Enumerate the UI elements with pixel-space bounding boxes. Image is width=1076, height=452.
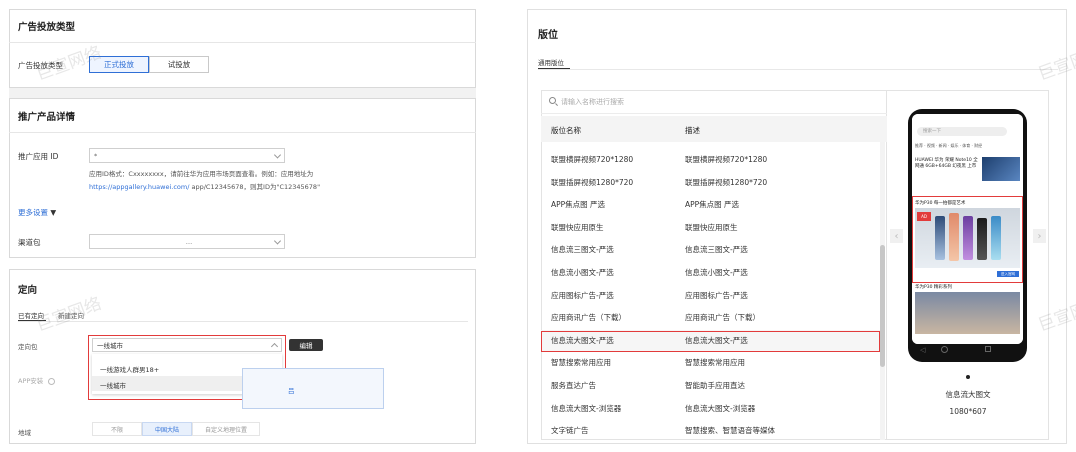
cell-placement-desc: 信息流小图文-严选 xyxy=(685,268,748,277)
channel-select[interactable]: … xyxy=(89,234,285,249)
placement-section-title: 版位 xyxy=(538,30,558,41)
cell-placement-name: APP焦点图 严选 xyxy=(551,200,606,210)
preview-caption: 信息流大图文 xyxy=(945,390,991,399)
preview-size: 1080*607 xyxy=(949,407,987,416)
cell-placement-name: 联盟横屏视频720*1280 xyxy=(551,155,634,164)
region-label: 地域 xyxy=(18,429,31,437)
ad-highlight-box xyxy=(912,196,1023,283)
cell-placement-desc: 智慧搜索常用应用 xyxy=(685,358,745,368)
phone-news-title: HUAWEI 华为 荣耀 Note10 全网通 6GB+64GB 幻夜黑 上市 xyxy=(915,158,978,169)
cell-placement-name: 信息流三图文-严选 xyxy=(551,245,614,255)
targeting-pack-label: 定向包 xyxy=(18,343,38,351)
table-row[interactable]: 信息流小图文-严选 信息流小图文-严选 xyxy=(541,262,880,284)
app-id-input[interactable]: * xyxy=(89,148,285,163)
more-settings-toggle[interactable]: 更多设置 ▼ xyxy=(18,207,56,218)
app-install-box-text: 吕 xyxy=(288,387,295,395)
prev-arrow-button[interactable]: ‹ xyxy=(890,229,903,243)
trial-delivery-button[interactable]: 试投放 xyxy=(149,56,209,73)
news-thumbnail xyxy=(982,157,1020,181)
column-header-name: 版位名称 xyxy=(551,126,581,135)
phone-search-text: 搜索一下 xyxy=(923,129,941,134)
region-mainland-button[interactable]: 中国大陆 xyxy=(142,422,192,436)
app-install-label-text: APP安装 xyxy=(18,377,44,385)
table-row[interactable]: 应用商讯广告（下载） 应用商讯广告（下载） xyxy=(541,307,880,329)
phone-home-icon xyxy=(941,346,948,353)
phone-nav-tabs: 推荐 · 视频 · 新闻 · 娱乐 · 体育 · 财经 xyxy=(915,143,983,148)
cell-placement-desc: 信息流大图文-浏览器 xyxy=(685,403,756,413)
divider xyxy=(538,69,1058,70)
table-row[interactable]: APP焦点图 严选 APP焦点图 严选 xyxy=(541,194,880,216)
cell-placement-desc: 智能助手应用直达 xyxy=(685,381,745,390)
cell-placement-name: 信息流大图文-浏览器 xyxy=(551,403,622,413)
table-row[interactable]: 联盟快应用原生 联盟快应用原生 xyxy=(541,217,880,239)
search-placeholder: 请输入名称进行搜索 xyxy=(561,98,624,106)
cell-placement-desc: 智慧搜索、智慧语音等媒体 xyxy=(685,426,775,436)
table-row[interactable]: 信息流大图文-浏览器 信息流大图文-浏览器 xyxy=(541,398,880,420)
app-id-label: 推广应用 ID xyxy=(18,152,59,161)
chevron-down-icon xyxy=(273,150,282,159)
targeting-section-title: 定向 xyxy=(18,285,38,296)
phone-back-icon: ◁ xyxy=(920,346,926,354)
appgallery-link[interactable]: https://appgallery.huawei.com/ xyxy=(89,183,189,191)
row-highlight-box xyxy=(541,331,880,352)
carousel-dot[interactable] xyxy=(966,375,970,379)
ad-type-section-title: 广告投放类型 xyxy=(18,22,76,33)
search-bar[interactable]: 请输入名称进行搜索 xyxy=(541,90,887,114)
phone-menu-icon xyxy=(985,346,991,352)
cell-placement-desc: 联盟快应用原生 xyxy=(685,222,738,232)
edit-button[interactable]: 编辑 xyxy=(289,339,323,351)
region-custom-button[interactable]: 自定义地理位置 xyxy=(192,422,260,436)
table-row[interactable]: 服务直达广告 智能助手应用直达 xyxy=(541,375,880,397)
phone-bottom-title: 华为P30 精彩系列 xyxy=(915,285,952,290)
app-install-label: APP安装 xyxy=(18,375,56,385)
app-id-help-rest: app/C12345678，则其ID为"C12345678" xyxy=(191,183,321,191)
cell-placement-name: 文字链广告 xyxy=(551,426,589,436)
cell-placement-desc: 应用图标广告-严选 xyxy=(685,290,748,300)
cell-placement-name: 联盟快应用原生 xyxy=(551,222,604,232)
table-row[interactable]: 文字链广告 智慧搜索、智慧语音等媒体 xyxy=(541,420,880,442)
table-header: 版位名称 描述 xyxy=(541,116,887,142)
table-row[interactable]: 联盟横屏视频720*1280 联盟横屏视频720*1280 xyxy=(541,149,880,171)
app-id-help-line2: https://appgallery.huawei.com/ app/C1234… xyxy=(89,181,320,191)
cell-placement-desc: 信息流三图文-严选 xyxy=(685,245,748,255)
cell-placement-desc: 联盟插屏视频1280*720 xyxy=(685,177,768,187)
phone-nav-bar xyxy=(912,338,1023,344)
next-arrow-button[interactable]: › xyxy=(1033,229,1046,243)
scrollbar-thumb[interactable] xyxy=(880,245,885,367)
cell-placement-desc: 应用商讯广告（下载） xyxy=(685,313,760,323)
table-row[interactable]: 应用图标广告-严选 应用图标广告-严选 xyxy=(541,285,880,307)
cell-placement-name: 应用图标广告-严选 xyxy=(551,290,614,300)
cell-placement-desc: APP焦点图 严选 xyxy=(685,200,740,210)
region-unlimited-button[interactable]: 不限 xyxy=(92,422,142,436)
app-install-box xyxy=(242,368,384,409)
caret-down-icon: ▼ xyxy=(50,208,57,217)
cell-placement-name: 应用商讯广告（下载） xyxy=(551,313,626,323)
divider xyxy=(9,132,476,133)
cell-placement-name: 联盟插屏视频1280*720 xyxy=(551,177,634,187)
bottom-image xyxy=(915,292,1020,334)
cell-placement-desc: 联盟横屏视频720*1280 xyxy=(685,155,768,164)
column-header-desc: 描述 xyxy=(685,126,700,135)
section-gap xyxy=(9,88,476,98)
product-section-title: 推广产品详情 xyxy=(18,112,76,123)
more-settings-label: 更多设置 xyxy=(18,208,48,217)
cell-placement-name: 信息流小图文-严选 xyxy=(551,268,614,277)
table-row[interactable]: 联盟插屏视频1280*720 联盟插屏视频1280*720 xyxy=(541,172,880,194)
cell-placement-name: 服务直达广告 xyxy=(551,381,596,390)
cell-placement-name: 智慧搜索常用应用 xyxy=(551,358,611,368)
app-id-help-line1: 应用ID格式：Cxxxxxxxx，请前往华为应用市场页面查看。例如：应用地址为 xyxy=(89,170,314,178)
channel-value: … xyxy=(185,237,193,246)
chevron-down-icon xyxy=(273,236,282,245)
table-row[interactable]: 信息流三图文-严选 信息流三图文-严选 xyxy=(541,239,880,261)
phone-search-bar: 搜索一下 xyxy=(917,127,1007,136)
help-circle-icon xyxy=(48,377,56,385)
tab-general-placement[interactable]: 通用版位 xyxy=(538,57,564,67)
search-icon-handle xyxy=(555,103,558,107)
app-id-value: * xyxy=(94,151,98,160)
channel-label: 渠道包 xyxy=(18,238,41,247)
table-row[interactable]: 智慧搜索常用应用 智慧搜索常用应用 xyxy=(541,352,880,374)
divider xyxy=(18,321,468,322)
